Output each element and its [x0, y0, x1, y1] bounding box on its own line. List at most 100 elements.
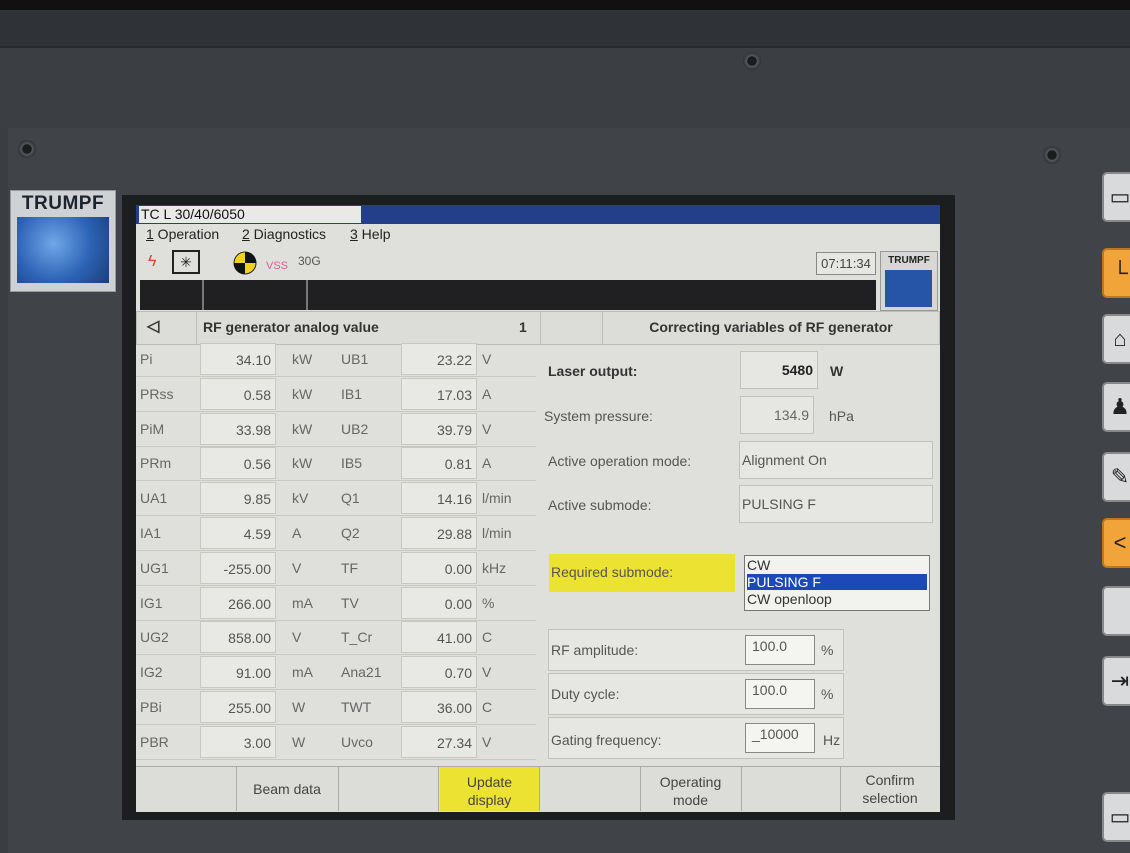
- hard-key-wrench-icon[interactable]: ✎: [1102, 452, 1130, 502]
- message-segment: [140, 280, 204, 310]
- system-pressure-label: System pressure:: [544, 408, 653, 424]
- system-pressure-unit: hPa: [829, 408, 854, 424]
- beam-data-button[interactable]: Beam data: [236, 767, 339, 811]
- param-name: PBR: [140, 734, 169, 750]
- param-value-2: 0.00: [401, 552, 477, 584]
- screw-icon: [1043, 146, 1061, 164]
- hard-key-back-icon[interactable]: <: [1102, 518, 1130, 568]
- softkey-empty[interactable]: [742, 767, 841, 811]
- message-band: [140, 280, 876, 310]
- param-name: UG1: [140, 560, 169, 576]
- param-value-2: 29.88: [401, 517, 477, 549]
- hard-key-person-icon[interactable]: ♟: [1102, 382, 1130, 432]
- param-unit-2: A: [482, 386, 492, 402]
- softkey-empty[interactable]: [338, 767, 439, 811]
- confirm-selection-button[interactable]: Confirm selection: [840, 767, 940, 811]
- hard-key-9[interactable]: ▭: [1102, 792, 1130, 842]
- param-unit-2: V: [482, 664, 492, 680]
- menu-operation[interactable]: 1 Operation: [146, 226, 219, 242]
- param-unit: A: [292, 525, 302, 541]
- param-name-2: T_Cr: [341, 629, 373, 645]
- page-number: 1: [519, 319, 527, 335]
- menu-diagnostics[interactable]: 2 Diagnostics: [242, 226, 326, 242]
- param-value-2: 0.81: [401, 447, 477, 479]
- param-name-2: IB5: [341, 455, 363, 471]
- submode-option-cw[interactable]: CW: [747, 557, 927, 573]
- hard-key-1[interactable]: ▭: [1102, 172, 1130, 222]
- param-unit: V: [292, 560, 302, 576]
- row-divider: [136, 585, 536, 586]
- gating-frequency-input[interactable]: _10000: [745, 723, 815, 753]
- hard-key-light-icon[interactable]: └: [1102, 248, 1130, 298]
- title-bar: TC L 30/40/6050: [136, 205, 940, 224]
- param-unit-2: C: [482, 699, 493, 715]
- update-display-button[interactable]: Update display: [440, 767, 540, 811]
- param-value: 0.58: [200, 378, 276, 410]
- param-unit: kW: [292, 455, 313, 471]
- logo-text: TRUMPF: [21, 193, 105, 214]
- param-name: PRm: [140, 455, 172, 471]
- rf-amplitude-input[interactable]: 100.0: [745, 635, 815, 665]
- param-name-2: TV: [341, 595, 359, 611]
- param-name: PiM: [140, 421, 165, 437]
- operating-mode-button[interactable]: Operating mode: [640, 767, 742, 811]
- required-submode-listbox[interactable]: CW PULSING F CW openloop: [744, 555, 930, 611]
- param-value: 4.59: [200, 517, 276, 549]
- param-value: 0.56: [200, 447, 276, 479]
- param-value: 34.10: [200, 343, 276, 375]
- trumpf-logo: TRUMPF: [10, 190, 116, 292]
- back-arrow-icon[interactable]: ◁: [147, 312, 159, 342]
- param-value-2: 23.22: [401, 343, 477, 375]
- param-value-2: 14.16: [401, 482, 477, 514]
- hmi-screen: TC L 30/40/6050 1 Operation 2 Diagnostic…: [136, 205, 940, 812]
- param-unit-2: V: [482, 351, 492, 367]
- menu-help[interactable]: 3 Help: [350, 226, 390, 242]
- softkey-bar: Beam data Update display Operating mode …: [136, 766, 940, 812]
- hard-key-7[interactable]: [1102, 586, 1130, 636]
- param-unit: kW: [292, 351, 313, 367]
- param-value: 3.00: [200, 726, 276, 758]
- active-operation-mode-label: Active operation mode:: [548, 453, 692, 469]
- param-value: 91.00: [200, 656, 276, 688]
- screw-icon: [743, 52, 761, 70]
- row-divider: [136, 689, 536, 690]
- param-name-2: Ana21: [341, 664, 382, 680]
- param-unit: W: [292, 734, 306, 750]
- lightning-icon: ϟ: [148, 253, 157, 270]
- laser-output-value: 5480: [740, 351, 818, 389]
- param-unit: V: [292, 629, 302, 645]
- row-divider: [136, 376, 536, 377]
- row-divider: [136, 480, 536, 481]
- param-unit-2: V: [482, 421, 492, 437]
- mini-logo-text: TRUMPF: [888, 255, 930, 266]
- hard-key-exit-icon[interactable]: ⇥: [1102, 656, 1130, 706]
- param-unit-2: kHz: [482, 560, 507, 576]
- softkey-empty[interactable]: [540, 767, 641, 811]
- required-submode-label-box: Required submode:: [549, 554, 735, 592]
- param-value-2: 17.03: [401, 378, 477, 410]
- update-display-label: Update display: [466, 774, 513, 808]
- param-value: -255.00: [200, 552, 276, 584]
- submode-option-cw-openloop[interactable]: CW openloop: [747, 591, 927, 607]
- param-unit: mA: [292, 595, 313, 611]
- param-unit-2: A: [482, 455, 492, 471]
- duty-cycle-input[interactable]: 100.0: [745, 679, 815, 709]
- param-name-2: Uvco: [341, 734, 373, 750]
- top-edge: [0, 0, 1130, 10]
- submode-option-pulsing-f[interactable]: PULSING F: [747, 574, 927, 590]
- param-value-2: 0.70: [401, 656, 477, 688]
- duty-cycle-label: Duty cycle:: [551, 686, 620, 702]
- window-title: TC L 30/40/6050: [139, 206, 361, 223]
- hard-key-3[interactable]: ⌂: [1102, 314, 1130, 364]
- param-unit: kV: [292, 490, 309, 506]
- param-value-2: 27.34: [401, 726, 477, 758]
- rf-amplitude-unit: %: [821, 642, 834, 658]
- param-unit: kW: [292, 386, 313, 402]
- row-divider: [136, 654, 536, 655]
- gating-frequency-row: Gating frequency: _10000 Hz: [548, 717, 844, 759]
- param-value-2: 0.00: [401, 587, 477, 619]
- rf-amplitude-label: RF amplitude:: [551, 642, 639, 658]
- softkey-empty[interactable]: [136, 767, 237, 811]
- header-spacer: [540, 311, 604, 345]
- back-arrow-cell[interactable]: ◁: [136, 311, 198, 345]
